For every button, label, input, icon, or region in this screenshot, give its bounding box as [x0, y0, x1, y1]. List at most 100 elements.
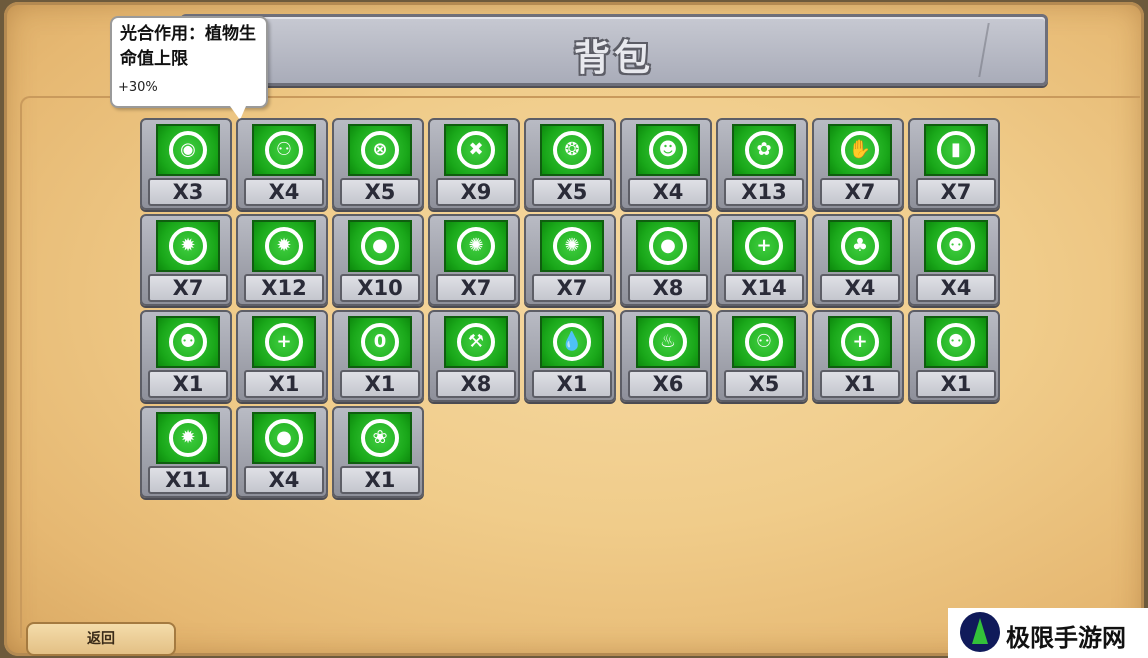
inventory-item[interactable]: ☻ X4: [620, 118, 712, 210]
inventory-item[interactable]: ⚇ X5: [716, 310, 808, 402]
item-icon: ⚉: [937, 323, 975, 361]
item-count: X7: [820, 178, 900, 206]
item-icon: ❀: [361, 419, 399, 457]
item-count: X7: [916, 178, 996, 206]
item-count: X9: [436, 178, 516, 206]
item-icon: ⚒: [457, 323, 495, 361]
inventory-item[interactable]: ⚉ X1: [140, 310, 232, 402]
tooltip-value: +30%: [118, 80, 158, 95]
icon-frame: ✺: [540, 220, 604, 272]
icon-frame: ⚉: [156, 316, 220, 368]
icon-frame: ◉: [156, 124, 220, 176]
inventory-item[interactable]: ♣ X4: [812, 214, 904, 306]
item-count: X4: [916, 274, 996, 302]
item-icon: ✹: [169, 419, 207, 457]
icon-frame: ✹: [156, 220, 220, 272]
item-count: X4: [244, 466, 324, 494]
item-count: X4: [244, 178, 324, 206]
site-logo-icon: [960, 612, 1000, 652]
item-count: X7: [436, 274, 516, 302]
inventory-item[interactable]: ◉ X3: [140, 118, 232, 210]
item-icon: ⚉: [169, 323, 207, 361]
icon-frame: ✹: [252, 220, 316, 272]
icon-frame: ●: [252, 412, 316, 464]
item-count: X4: [820, 274, 900, 302]
inventory-item[interactable]: ❂ X5: [524, 118, 616, 210]
inventory-item[interactable]: ⊗ X5: [332, 118, 424, 210]
inventory-item[interactable]: ● X8: [620, 214, 712, 306]
icon-frame: ♨: [636, 316, 700, 368]
title-banner: 背包: [180, 14, 1048, 86]
icon-frame: ✖: [444, 124, 508, 176]
icon-frame: ▮: [924, 124, 988, 176]
inventory-item[interactable]: ✿ X13: [716, 118, 808, 210]
watermark-text: 极限手游网: [1006, 623, 1126, 652]
inventory-item[interactable]: 0 X1: [332, 310, 424, 402]
item-icon: ✋: [841, 131, 879, 169]
item-icon: ✺: [457, 227, 495, 265]
item-count: X1: [532, 370, 612, 398]
watermark: 极限手游网: [948, 608, 1148, 658]
inventory-item[interactable]: ⚉ X4: [908, 214, 1000, 306]
item-tooltip: 光合作用：植物生命值上限 +30%: [110, 16, 268, 120]
inventory-item[interactable]: + X14: [716, 214, 808, 306]
item-count: X5: [724, 370, 804, 398]
inventory-item[interactable]: ⚉ X1: [908, 310, 1000, 402]
icon-frame: +: [252, 316, 316, 368]
item-icon: ▮: [937, 131, 975, 169]
item-count: X11: [148, 466, 228, 494]
icon-frame: ⚇: [252, 124, 316, 176]
back-button[interactable]: 返回: [26, 622, 176, 656]
item-icon: ✿: [745, 131, 783, 169]
inventory-item[interactable]: ✹ X11: [140, 406, 232, 498]
item-icon: ⚇: [265, 131, 303, 169]
item-icon: +: [265, 323, 303, 361]
item-icon: ♨: [649, 323, 687, 361]
icon-frame: ✋: [828, 124, 892, 176]
item-icon: ⊗: [361, 131, 399, 169]
item-icon: +: [841, 323, 879, 361]
inventory-item[interactable]: + X1: [236, 310, 328, 402]
item-icon: ◉: [169, 131, 207, 169]
inventory-item[interactable]: ⚇ X4: [236, 118, 328, 210]
inventory-item[interactable]: + X1: [812, 310, 904, 402]
inventory-item[interactable]: ♨ X6: [620, 310, 712, 402]
icon-frame: ⚉: [924, 220, 988, 272]
icon-frame: ❀: [348, 412, 412, 464]
inventory-item[interactable]: 💧 X1: [524, 310, 616, 402]
inventory-item[interactable]: ✺ X7: [428, 214, 520, 306]
item-icon: ♣: [841, 227, 879, 265]
item-count: X1: [340, 466, 420, 494]
item-icon: ●: [649, 227, 687, 265]
icon-frame: ●: [636, 220, 700, 272]
icon-frame: ●: [348, 220, 412, 272]
item-count: X1: [916, 370, 996, 398]
inventory-item[interactable]: ✹ X12: [236, 214, 328, 306]
item-count: X5: [340, 178, 420, 206]
inventory-item[interactable]: ✖ X9: [428, 118, 520, 210]
item-icon: ☻: [649, 131, 687, 169]
inventory-item[interactable]: ● X4: [236, 406, 328, 498]
inventory-item[interactable]: ✋ X7: [812, 118, 904, 210]
inventory-item[interactable]: ▮ X7: [908, 118, 1000, 210]
item-count: X7: [532, 274, 612, 302]
item-count: X4: [628, 178, 708, 206]
inventory-item[interactable]: ✹ X7: [140, 214, 232, 306]
item-count: X14: [724, 274, 804, 302]
icon-frame: ⚒: [444, 316, 508, 368]
item-count: X1: [820, 370, 900, 398]
item-count: X1: [148, 370, 228, 398]
icon-frame: 0: [348, 316, 412, 368]
inventory-item[interactable]: ⚒ X8: [428, 310, 520, 402]
item-icon: ⚉: [937, 227, 975, 265]
item-icon: ●: [361, 227, 399, 265]
stone-crack-decoration: [978, 23, 1040, 77]
inventory-item[interactable]: ● X10: [332, 214, 424, 306]
item-count: X12: [244, 274, 324, 302]
icon-frame: ☻: [636, 124, 700, 176]
item-count: X5: [532, 178, 612, 206]
inventory-item[interactable]: ❀ X1: [332, 406, 424, 498]
inventory-item[interactable]: ✺ X7: [524, 214, 616, 306]
tooltip-title: 光合作用：植物生命值上限: [120, 24, 256, 69]
item-icon: ✹: [265, 227, 303, 265]
